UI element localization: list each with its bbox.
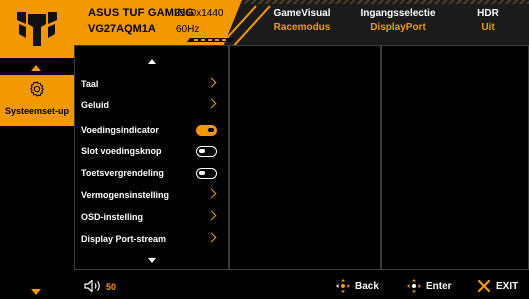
chevron-right-icon (206, 232, 217, 243)
gamevisual-title: GameVisual (273, 8, 331, 19)
gamevisual-value: Racemodus (273, 22, 331, 33)
tuf-logo (0, 0, 74, 58)
hdr-status: HDR Uit (458, 8, 518, 33)
menu-item-label: Taal (81, 79, 99, 89)
menu-panels: Taal Geluid Voedingsindicator Slot voedi… (74, 45, 529, 270)
menu-item-label: Display Port-stream (81, 234, 167, 244)
enter-label: Enter (426, 281, 452, 292)
menu-item-label: Voedingsindicator (81, 125, 159, 135)
menu-item-language[interactable]: Taal (81, 76, 221, 94)
osd-footer: 50 Back Enter EXIT (74, 272, 529, 299)
menu-item-label: OSD-instelling (81, 212, 144, 222)
menu-item-power-key-lock[interactable]: Slot voedingsknop (81, 143, 221, 161)
volume-value: 50 (106, 282, 117, 292)
menu-item-osd-setting[interactable]: OSD-instelling (81, 209, 221, 227)
settings-list-panel: Taal Geluid Voedingsindicator Slot voedi… (74, 45, 229, 270)
menu-item-label: Toetsvergrendeling (81, 168, 164, 178)
menu-item-label: Vermogensinstelling (81, 190, 170, 200)
joystick-press-icon (407, 279, 421, 293)
gear-icon (30, 81, 44, 97)
exit-button[interactable]: EXIT (476, 278, 528, 294)
input-select-value: DisplayPort (370, 22, 426, 33)
chevron-right-icon (206, 210, 217, 221)
back-label: Back (355, 281, 379, 292)
menu-item-power-setting[interactable]: Vermogensinstelling (81, 187, 221, 205)
submenu-panel (229, 45, 381, 270)
sidebar-item-label: Systeemset-up (4, 106, 70, 116)
chevron-right-icon (206, 188, 217, 199)
power-indicator-toggle[interactable] (196, 125, 217, 136)
menu-item-sound[interactable]: Geluid (81, 97, 221, 115)
menu-scroll-up-arrow[interactable] (148, 59, 156, 64)
input-select-title: Ingangsselectie (360, 8, 436, 19)
power-key-lock-toggle[interactable] (196, 146, 217, 157)
exit-label: EXIT (496, 281, 519, 292)
menu-item-label: Geluid (81, 100, 110, 110)
speaker-icon (84, 279, 100, 293)
menu-item-power-indicator[interactable]: Voedingsindicator (81, 122, 221, 140)
tuf-logo-icon (17, 12, 57, 46)
sidebar-scroll-down-arrow[interactable] (31, 289, 41, 295)
option-panel (381, 45, 529, 270)
close-icon (477, 279, 491, 293)
enter-button[interactable]: Enter (406, 278, 466, 294)
menu-scroll-down-arrow[interactable] (148, 258, 156, 263)
back-button[interactable]: Back (335, 278, 391, 294)
input-select-status: Ingangsselectie DisplayPort (348, 8, 448, 33)
hdr-value: Uit (481, 22, 495, 33)
model-number: VG27AQM1A (88, 23, 156, 35)
chevron-right-icon (206, 98, 217, 109)
sidebar-item-system-setup[interactable]: Systeemset-up (0, 75, 74, 126)
menu-item-display-port-stream[interactable]: Display Port-stream (81, 231, 221, 249)
gamevisual-status: GameVisual Racemodus (262, 8, 342, 33)
chevron-right-icon (206, 77, 217, 88)
hdr-title: HDR (477, 8, 499, 19)
menu-item-key-lock[interactable]: Toetsvergrendeling (81, 165, 221, 183)
category-sidebar: Systeemset-up (0, 60, 74, 299)
key-lock-toggle[interactable] (196, 168, 217, 179)
menu-item-label: Slot voedingsknop (81, 146, 162, 156)
joystick-left-icon (336, 279, 350, 293)
sidebar-scroll-up-arrow[interactable] (31, 65, 41, 71)
